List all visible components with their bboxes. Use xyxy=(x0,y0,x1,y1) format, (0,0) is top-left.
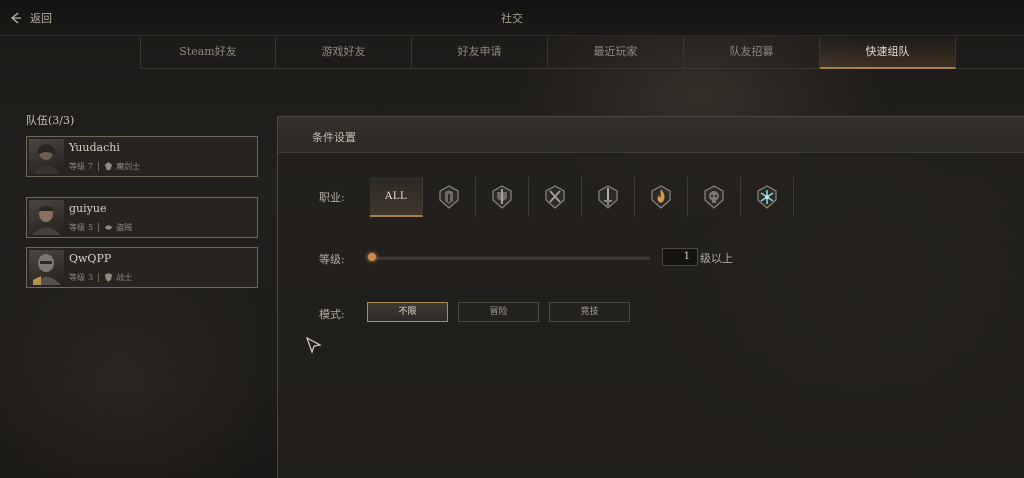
party-member[interactable]: guiyue 等级 5 盗贼 xyxy=(26,197,258,238)
class-filter: ALL xyxy=(370,177,794,217)
divider xyxy=(98,273,100,282)
frost-icon xyxy=(757,185,777,209)
level-slider[interactable] xyxy=(368,253,650,263)
mode-adventure-button[interactable]: 冒险 xyxy=(458,302,539,322)
class-option-frost-mage[interactable] xyxy=(741,177,794,217)
avatar xyxy=(29,200,64,235)
avatar xyxy=(29,139,64,174)
mode-competitive-button[interactable]: 竞技 xyxy=(549,302,630,322)
class-option-paladin[interactable] xyxy=(476,177,529,217)
member-class: 魔剑士 xyxy=(116,162,141,171)
class-label: 职业: xyxy=(319,191,345,204)
level-label: 等级: xyxy=(319,253,345,266)
member-info: 等级 5 盗贼 xyxy=(69,222,132,233)
fire-icon xyxy=(651,185,671,209)
party-member[interactable]: Yuudachi 等级 7 魔剑士 xyxy=(26,136,258,177)
member-level: 5 xyxy=(88,223,94,232)
member-level: 7 xyxy=(88,162,94,171)
tab-game-friends[interactable]: 游戏好友 xyxy=(276,37,412,69)
shield-sword-icon xyxy=(492,185,512,209)
dialog-title: 条件设置 xyxy=(312,131,356,144)
level-input[interactable]: 1 xyxy=(662,248,698,266)
all-label: ALL xyxy=(384,190,407,202)
class-option-swordsman[interactable] xyxy=(582,177,635,217)
tab-steam-friends[interactable]: Steam好友 xyxy=(140,37,276,69)
class-option-rogue[interactable] xyxy=(529,177,582,217)
slider-track xyxy=(370,256,650,260)
member-info: 等级 7 魔剑士 xyxy=(69,161,140,172)
avatar xyxy=(29,250,64,285)
class-option-all[interactable]: ALL xyxy=(370,177,423,217)
mouse-cursor-icon xyxy=(306,337,322,354)
assassin-icon xyxy=(104,225,113,230)
member-name: guiyue xyxy=(69,202,107,215)
tab-friend-requests[interactable]: 好友申请 xyxy=(412,37,548,69)
slider-handle[interactable] xyxy=(368,253,376,261)
condition-settings-dialog: 条件设置 职业: ALL 等级: 1 级以上 模式: 不限 冒险 竞技 xyxy=(277,116,1024,478)
crossed-swords-icon xyxy=(545,185,565,209)
class-option-warrior[interactable] xyxy=(423,177,476,217)
divider xyxy=(98,223,100,232)
member-level: 3 xyxy=(88,273,94,282)
page-title: 社交 xyxy=(501,12,523,25)
dialog-header: 条件设置 xyxy=(278,117,1024,153)
tab-recent-players[interactable]: 最近玩家 xyxy=(548,37,684,69)
warrior-icon xyxy=(104,273,113,282)
class-option-necromancer[interactable] xyxy=(688,177,741,217)
tab-recruit[interactable]: 队友招募 xyxy=(684,37,820,69)
skull-icon xyxy=(704,185,724,209)
top-bar: 返回 社交 xyxy=(0,0,1024,36)
mage-sword-icon xyxy=(104,162,113,171)
level-label: 等级 xyxy=(69,162,85,171)
social-tabs: Steam好友 游戏好友 好友申请 最近玩家 队友招募 快速组队 xyxy=(140,37,1024,69)
party-header: 队伍(3/3) xyxy=(26,114,75,127)
level-label: 等级 xyxy=(69,223,85,232)
member-name: QwQPP xyxy=(69,252,112,265)
member-class: 盗贼 xyxy=(116,223,133,232)
mode-label: 模式: xyxy=(319,308,345,321)
divider xyxy=(98,162,100,171)
mode-any-button[interactable]: 不限 xyxy=(367,302,448,322)
member-info: 等级 3 战士 xyxy=(69,272,132,283)
tab-quick-match[interactable]: 快速组队 xyxy=(820,37,956,69)
member-class: 战士 xyxy=(116,273,133,282)
class-option-pyromancer[interactable] xyxy=(635,177,688,217)
party-member[interactable]: QwQPP 等级 3 战士 xyxy=(26,247,258,288)
member-name: Yuudachi xyxy=(69,141,120,154)
level-suffix: 级以上 xyxy=(700,252,733,265)
helmet-icon xyxy=(439,185,459,209)
greatsword-icon xyxy=(598,185,618,209)
level-label: 等级 xyxy=(69,273,85,282)
